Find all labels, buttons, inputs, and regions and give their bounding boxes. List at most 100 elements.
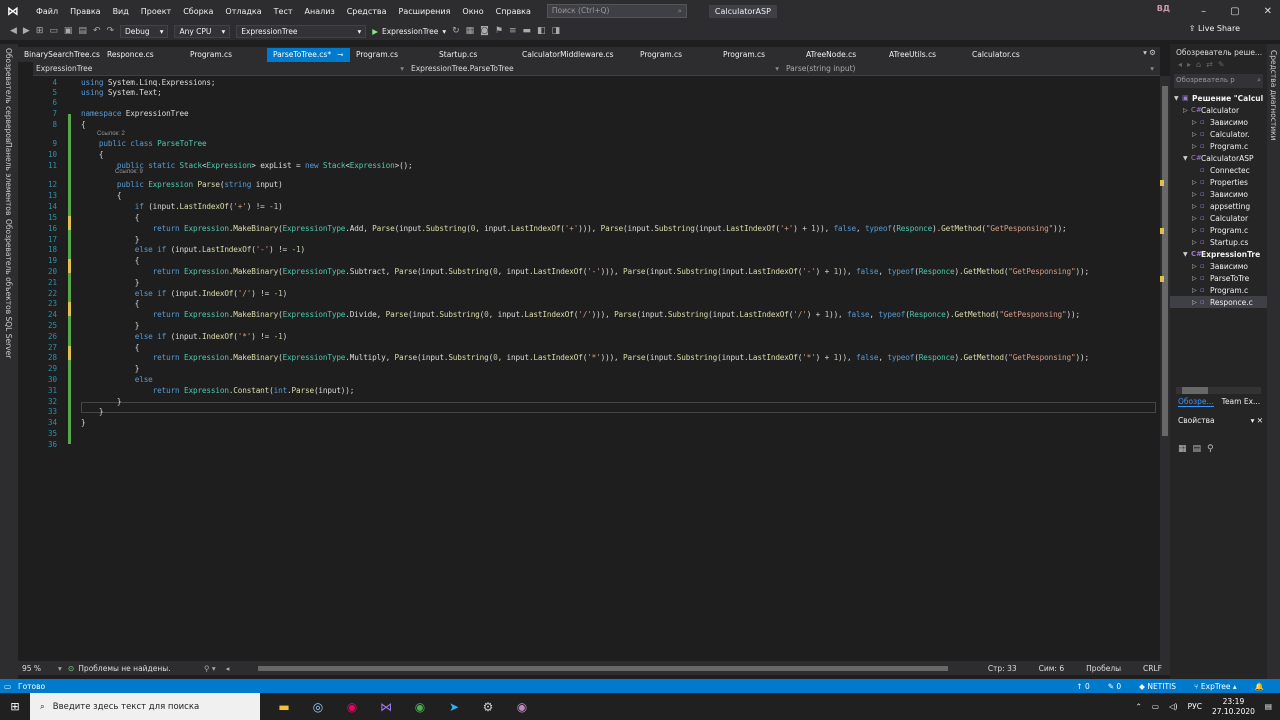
tab-program-2[interactable]: Program.cs (350, 48, 433, 62)
tab-calculator[interactable]: Calculator.cs (966, 48, 1049, 62)
pin-icon[interactable]: ⊸ (337, 50, 343, 60)
new-project-icon[interactable]: ⊞ (36, 26, 44, 36)
screenshot-icon[interactable]: ◙ (480, 26, 489, 36)
tree-node[interactable]: ▷ ▫ Responce.c (1170, 296, 1267, 308)
menu-edit[interactable]: Правка (64, 7, 106, 16)
tree-node[interactable]: ▷ ▫ Program.c (1170, 284, 1267, 296)
solution-search-input[interactable]: Обозреватель р ⌕ (1174, 74, 1263, 88)
align-icon[interactable]: ≡ (509, 26, 517, 36)
undo-icon[interactable]: ↶ (93, 26, 101, 36)
forward-icon[interactable]: ▶ (23, 26, 30, 36)
steam-icon[interactable]: ◎ (308, 700, 328, 714)
expand-arrow-icon[interactable]: ▷ (1192, 143, 1200, 150)
server-explorer-tab[interactable]: Обозреватель серверов (4, 48, 13, 142)
maximize-button[interactable]: ▢ (1230, 6, 1239, 17)
tree-node[interactable]: ▷ ▫ Properties (1170, 176, 1267, 188)
member-dropdown[interactable]: Parse(string input) ▾ (783, 64, 1158, 73)
config-select[interactable]: Debug ▾ (120, 24, 169, 38)
expand-arrow-icon[interactable]: ▼ (1174, 95, 1182, 102)
tab-atreeutils[interactable]: ATreeUtils.cs (883, 48, 966, 62)
line-ending[interactable]: CRLF (1143, 664, 1162, 673)
solution-horizontal-scrollbar[interactable] (1176, 387, 1261, 394)
tree-node[interactable]: ▷ ▫ Calculator (1170, 212, 1267, 224)
bookmark-icon[interactable]: ⚑ (495, 26, 503, 36)
platform-select[interactable]: Any CPU ▾ (174, 24, 231, 38)
language-indicator[interactable]: РУС (1188, 702, 1202, 711)
expand-arrow-icon[interactable]: ▷ (1192, 215, 1200, 222)
expand-arrow-icon[interactable]: ▼ (1183, 155, 1191, 162)
tree-node[interactable]: ▷ ▫ Program.c (1170, 224, 1267, 236)
back-icon[interactable]: ◂ (1178, 60, 1187, 69)
expand-arrow-icon[interactable]: ▷ (1183, 107, 1191, 114)
diagnostic-tools-tab[interactable]: Средства диагностики (1269, 50, 1278, 141)
tab-startup[interactable]: Startup.cs (433, 48, 516, 62)
type-dropdown[interactable]: ExpressionTree.ParseToTree ▾ (408, 64, 783, 73)
menu-project[interactable]: Проект (135, 7, 177, 16)
menu-test[interactable]: Тест (268, 7, 299, 16)
expand-arrow-icon[interactable]: ▷ (1192, 191, 1200, 198)
tree-node[interactable]: ▷ ▫ appsetting (1170, 200, 1267, 212)
save-all-icon[interactable]: ▤ (78, 26, 87, 36)
editor-vertical-scrollbar[interactable] (1160, 76, 1170, 661)
codelens-references[interactable]: Ссылок: 9 (115, 169, 143, 175)
menu-tools[interactable]: Средства (341, 7, 393, 16)
taskbar-search-input[interactable]: ⌕ Введите здесь текст для поиска (30, 693, 260, 720)
menu-view[interactable]: Вид (107, 7, 135, 16)
expand-arrow-icon[interactable]: ▷ (1192, 299, 1200, 306)
codelens-references[interactable]: Ссылок: 2 (97, 131, 125, 137)
tree-node[interactable]: ▼ ▣ Решение "Calcul (1170, 92, 1267, 104)
save-icon[interactable]: ▣ (64, 26, 73, 36)
expand-arrow-icon[interactable]: ▷ (1192, 227, 1200, 234)
file-explorer-icon[interactable]: ▬ (274, 700, 294, 714)
tab-dropdown-icon[interactable]: ▾ ⚙ (1143, 48, 1156, 57)
tree-node[interactable]: ▼ C# ExpressionTre (1170, 248, 1267, 260)
expand-arrow-icon[interactable]: ▷ (1192, 239, 1200, 246)
menu-extensions[interactable]: Расширения (393, 7, 457, 16)
close-button[interactable]: ✕ (1264, 6, 1272, 17)
git-icon[interactable]: ⚲ ▾ (204, 664, 216, 673)
tree-node[interactable]: ▫ Connectec (1170, 164, 1267, 176)
back-icon[interactable]: ◀ (10, 26, 17, 36)
wrench-icon[interactable]: ⚲ (1207, 444, 1220, 454)
clock[interactable]: 23:19 27.10.2020 (1212, 697, 1255, 717)
sync-icon[interactable]: ⇄ (1206, 60, 1218, 69)
toolbox-tab[interactable]: Панель элементов (4, 142, 13, 215)
problems-indicator[interactable]: ⊙ Проблемы не найдены. (68, 664, 188, 673)
alphabetical-icon[interactable]: ▤ (1193, 444, 1208, 454)
notifications-icon[interactable]: ▤ (1265, 702, 1272, 711)
menu-window[interactable]: Окно (456, 7, 489, 16)
live-share-button[interactable]: ⇪ Live Share (1189, 24, 1240, 33)
scrollbar-thumb[interactable] (1162, 86, 1168, 436)
tab-program-3[interactable]: Program.cs (634, 48, 717, 62)
tray-expand-icon[interactable]: ⌃ (1136, 702, 1142, 711)
refresh-icon[interactable]: ↻ (452, 26, 460, 36)
home-icon[interactable]: ⌂ (1196, 60, 1206, 69)
tree-node[interactable]: ▷ ▫ Зависимо (1170, 260, 1267, 272)
tree-node[interactable]: ▷ ▫ ParseToTre (1170, 272, 1267, 284)
chrome-icon[interactable]: ◉ (410, 700, 430, 714)
volume-icon[interactable]: ◁) (1169, 702, 1178, 711)
menu-analyze[interactable]: Анализ (299, 7, 341, 16)
expand-arrow-icon[interactable]: ▷ (1192, 263, 1200, 270)
tree-node[interactable]: ▷ ▫ Startup.cs (1170, 236, 1267, 248)
project-dropdown[interactable]: ExpressionTree ▾ (33, 64, 408, 73)
expand-arrow-icon[interactable]: ▷ (1192, 179, 1200, 186)
comment-icon[interactable]: ▬ (523, 26, 532, 36)
tree-node[interactable]: ▷ C# Calculator (1170, 104, 1267, 116)
editor-horizontal-scrollbar[interactable] (258, 666, 948, 671)
close-icon[interactable]: ▾ ✕ (1251, 416, 1263, 425)
expand-arrow-icon[interactable]: ▷ (1192, 131, 1200, 138)
expand-arrow-icon[interactable]: ▷ (1192, 203, 1200, 210)
notification-icon[interactable]: 🔔 (1255, 682, 1264, 691)
menu-help[interactable]: Справка (490, 7, 537, 16)
visual-studio-icon[interactable]: ⋈ (376, 700, 396, 714)
run-button[interactable]: ▶ ExpressionTree ▾ (372, 27, 446, 36)
menu-file[interactable]: Файл (30, 7, 64, 16)
network-icon[interactable]: ▭ (1152, 702, 1159, 711)
changes-indicator[interactable]: ✎ 0 (1108, 682, 1121, 691)
menu-build[interactable]: Сборка (177, 7, 219, 16)
tree-node[interactable]: ▷ ▫ Зависимо (1170, 188, 1267, 200)
scrollbar-thumb[interactable] (1182, 387, 1208, 394)
expand-arrow-icon[interactable]: ▷ (1192, 275, 1200, 282)
expand-arrow-icon[interactable]: ▷ (1192, 119, 1200, 126)
